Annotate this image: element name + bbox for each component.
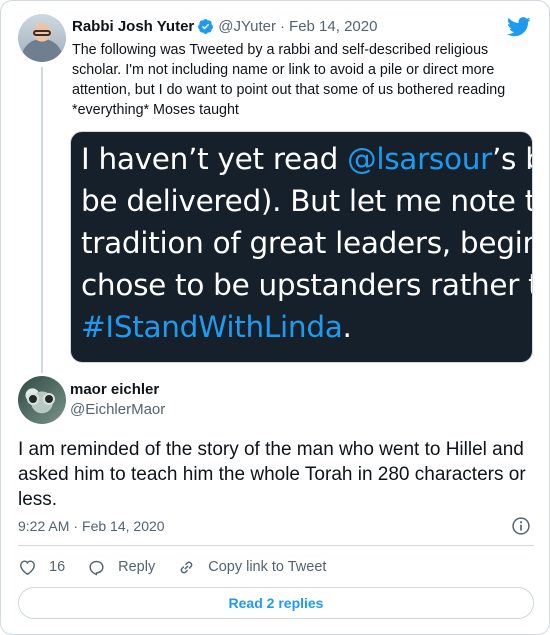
media-line-4: chose to be upstanders rather than bysta [81, 268, 532, 302]
tweet-time[interactable]: 9:22 AM [18, 518, 69, 534]
media-line-1-tail: ’s book (it won’t [491, 142, 532, 176]
reply-button[interactable]: Reply [87, 558, 155, 577]
tweet-actions-bar: 16 Reply Copy link to Tweet [18, 557, 348, 577]
copy-link-button[interactable]: Copy link to Tweet [177, 558, 326, 577]
tweet-timestamp[interactable]: 9:22 AM · Feb 14, 2020 [18, 517, 165, 535]
avatar-goggle-left [27, 393, 39, 405]
author-avatar[interactable] [18, 376, 66, 424]
avatar-goggle-right [43, 393, 55, 405]
tweet-date[interactable]: Feb 14, 2020 [82, 518, 165, 534]
parent-tweet[interactable]: Rabbi Josh Yuter @JYuter · Feb 14, 2020 … [1, 1, 549, 373]
reply-bubble-icon [89, 560, 104, 575]
tweet-text: I am reminded of the story of the man wh… [18, 439, 526, 510]
header-separator: · [280, 17, 286, 35]
copy-link-label: Copy link to Tweet [208, 559, 327, 575]
like-button[interactable]: 16 [18, 558, 65, 577]
media-line-1-text: I haven’t yet read [81, 142, 348, 176]
parent-author-name[interactable]: Rabbi Josh Yuter [72, 18, 194, 35]
media-hashtag: #IStandWithLinda [81, 310, 343, 344]
media-line-1: I haven’t yet read @lsarsour’s book (it … [81, 138, 532, 180]
parent-author-handle[interactable]: @JYuter [218, 18, 276, 35]
media-line-3: tradition of great leaders, beginning wi… [81, 226, 532, 260]
reply-label: Reply [118, 559, 156, 575]
author-handle[interactable]: @EichlerMaor [70, 401, 165, 418]
media-line-5-tail: . [342, 310, 352, 344]
media-line-2: be delivered). But let me note that in t… [81, 184, 532, 218]
parent-tweet-text: The following was Tweeted by a rabbi and… [72, 42, 506, 118]
parent-tweet-header: Rabbi Josh Yuter @JYuter · Feb 14, 2020 [72, 16, 377, 36]
tweet-media-image[interactable]: I haven’t yet read @lsarsour’s book (it … [70, 131, 533, 363]
like-count: 16 [49, 559, 66, 575]
parent-author-avatar[interactable] [18, 14, 66, 62]
embedded-tweet-card: Rabbi Josh Yuter @JYuter · Feb 14, 2020 … [0, 0, 550, 635]
media-line-5: #IStandWithLinda. [81, 306, 532, 348]
timestamp-separator: · [73, 518, 79, 534]
read-replies-button[interactable]: Read 2 replies [18, 587, 534, 619]
info-icon[interactable] [511, 516, 531, 536]
media-text-screenshot: I haven’t yet read @lsarsour’s book (it … [81, 138, 532, 348]
heart-icon [20, 559, 35, 575]
verified-badge-icon [198, 18, 214, 34]
twitter-bird-icon[interactable] [507, 17, 531, 37]
media-mention: @lsarsour [347, 142, 492, 176]
actions-divider [18, 545, 534, 546]
parent-tweet-date[interactable]: Feb 14, 2020 [289, 18, 377, 35]
author-name[interactable]: maor eichler [70, 381, 159, 398]
link-icon [180, 561, 193, 573]
thread-connector-line [41, 67, 43, 373]
avatar-glasses-shape [33, 30, 51, 36]
